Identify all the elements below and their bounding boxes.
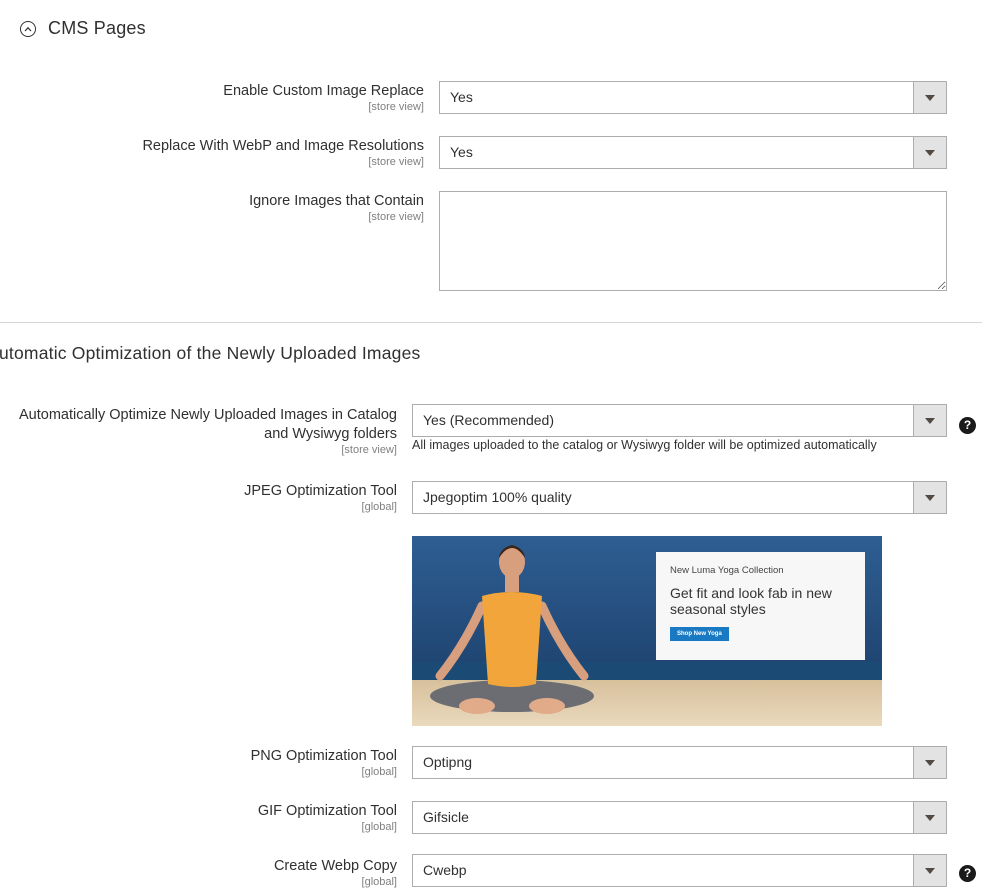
- gif-tool-select[interactable]: Gifsicle: [412, 801, 947, 834]
- select-value: Yes (Recommended): [423, 412, 554, 428]
- select-value: Gifsicle: [423, 809, 469, 825]
- field-label-text: Replace With WebP and Image Resolutions: [142, 138, 424, 154]
- field-scope: [global]: [361, 766, 397, 778]
- chevron-down-icon: [925, 494, 935, 501]
- field-label-ignore-images: Ignore Images that Contain [store view]: [4, 192, 424, 223]
- dropdown-arrow-button[interactable]: [913, 855, 946, 886]
- webp-copy-select[interactable]: Cwebp: [412, 854, 947, 887]
- promo-eyebrow: New Luma Yoga Collection: [670, 565, 784, 576]
- field-scope: [store view]: [341, 444, 397, 456]
- dropdown-arrow-button[interactable]: [913, 405, 946, 436]
- dropdown-arrow-button[interactable]: [913, 802, 946, 833]
- jpeg-tool-select[interactable]: Jpegoptim 100% quality: [412, 481, 947, 514]
- help-question-icon[interactable]: ?: [959, 865, 976, 882]
- auto-optimize-note: All images uploaded to the catalog or Wy…: [412, 438, 877, 452]
- select-value: Yes: [450, 89, 473, 105]
- chevron-down-icon: [925, 417, 935, 424]
- chevron-down-icon: [925, 867, 935, 874]
- select-value: Yes: [450, 144, 473, 160]
- dropdown-arrow-button[interactable]: [913, 747, 946, 778]
- select-value: Cwebp: [423, 862, 467, 878]
- field-scope: [store view]: [368, 101, 424, 113]
- promo-headline: Get fit and look fab in new seasonal sty…: [670, 585, 832, 617]
- enable-custom-image-replace-select[interactable]: Yes: [439, 81, 947, 114]
- chevron-down-icon: [925, 149, 935, 156]
- replace-with-webp-select[interactable]: Yes: [439, 136, 947, 169]
- field-label-line1: Automatically Optimize Newly Uploaded Im…: [19, 407, 397, 423]
- select-value: Jpegoptim 100% quality: [423, 489, 572, 505]
- chevron-down-icon: [925, 94, 935, 101]
- auto-optimize-select[interactable]: Yes (Recommended): [412, 404, 947, 437]
- field-label-text: Create Webp Copy: [273, 858, 397, 874]
- field-label-line2: and Wysiwyg folders: [264, 426, 397, 442]
- dropdown-arrow-button[interactable]: [913, 82, 946, 113]
- png-tool-select[interactable]: Optipng: [412, 746, 947, 779]
- field-label-png-tool: PNG Optimization Tool [global]: [0, 747, 397, 778]
- section-title-automatic-optimization[interactable]: utomatic Optimization of the Newly Uploa…: [0, 343, 420, 364]
- shop-new-yoga-button[interactable]: Shop New Yoga: [670, 627, 729, 641]
- collapse-toggle-button[interactable]: [20, 21, 36, 37]
- dropdown-arrow-button[interactable]: [913, 482, 946, 513]
- field-scope: [global]: [361, 821, 397, 833]
- yoga-banner-image: New Luma Yoga Collection Get fit and loo…: [412, 536, 882, 726]
- promo-card: New Luma Yoga Collection Get fit and loo…: [656, 552, 865, 660]
- section-title-cms-pages[interactable]: CMS Pages: [48, 18, 146, 39]
- chevron-up-icon: [24, 26, 32, 32]
- field-label-enable-custom-image-replace: Enable Custom Image Replace [store view]: [4, 82, 424, 113]
- field-label-jpeg-tool: JPEG Optimization Tool [global]: [0, 482, 397, 513]
- help-question-icon[interactable]: ?: [959, 417, 976, 434]
- field-label-gif-tool: GIF Optimization Tool [global]: [0, 802, 397, 833]
- field-label-text: PNG Optimization Tool: [250, 748, 397, 764]
- field-label-webp-copy: Create Webp Copy [global]: [0, 857, 397, 888]
- field-label-replace-with-webp: Replace With WebP and Image Resolutions …: [4, 137, 424, 168]
- field-label-text: Enable Custom Image Replace: [223, 83, 424, 99]
- chevron-down-icon: [925, 759, 935, 766]
- field-label-auto-optimize: Automatically Optimize Newly Uploaded Im…: [0, 406, 397, 456]
- field-label-text: Ignore Images that Contain: [249, 193, 424, 209]
- field-label-text: JPEG Optimization Tool: [244, 483, 397, 499]
- field-label-text: GIF Optimization Tool: [257, 803, 397, 819]
- dropdown-arrow-button[interactable]: [913, 137, 946, 168]
- select-value: Optipng: [423, 754, 473, 770]
- field-scope: [store view]: [368, 156, 424, 168]
- chevron-down-icon: [925, 814, 935, 821]
- field-scope: [global]: [361, 501, 397, 513]
- field-scope: [store view]: [368, 211, 424, 223]
- ignore-images-textarea[interactable]: [439, 191, 947, 291]
- section-divider: [0, 322, 982, 323]
- field-scope: [global]: [361, 876, 397, 888]
